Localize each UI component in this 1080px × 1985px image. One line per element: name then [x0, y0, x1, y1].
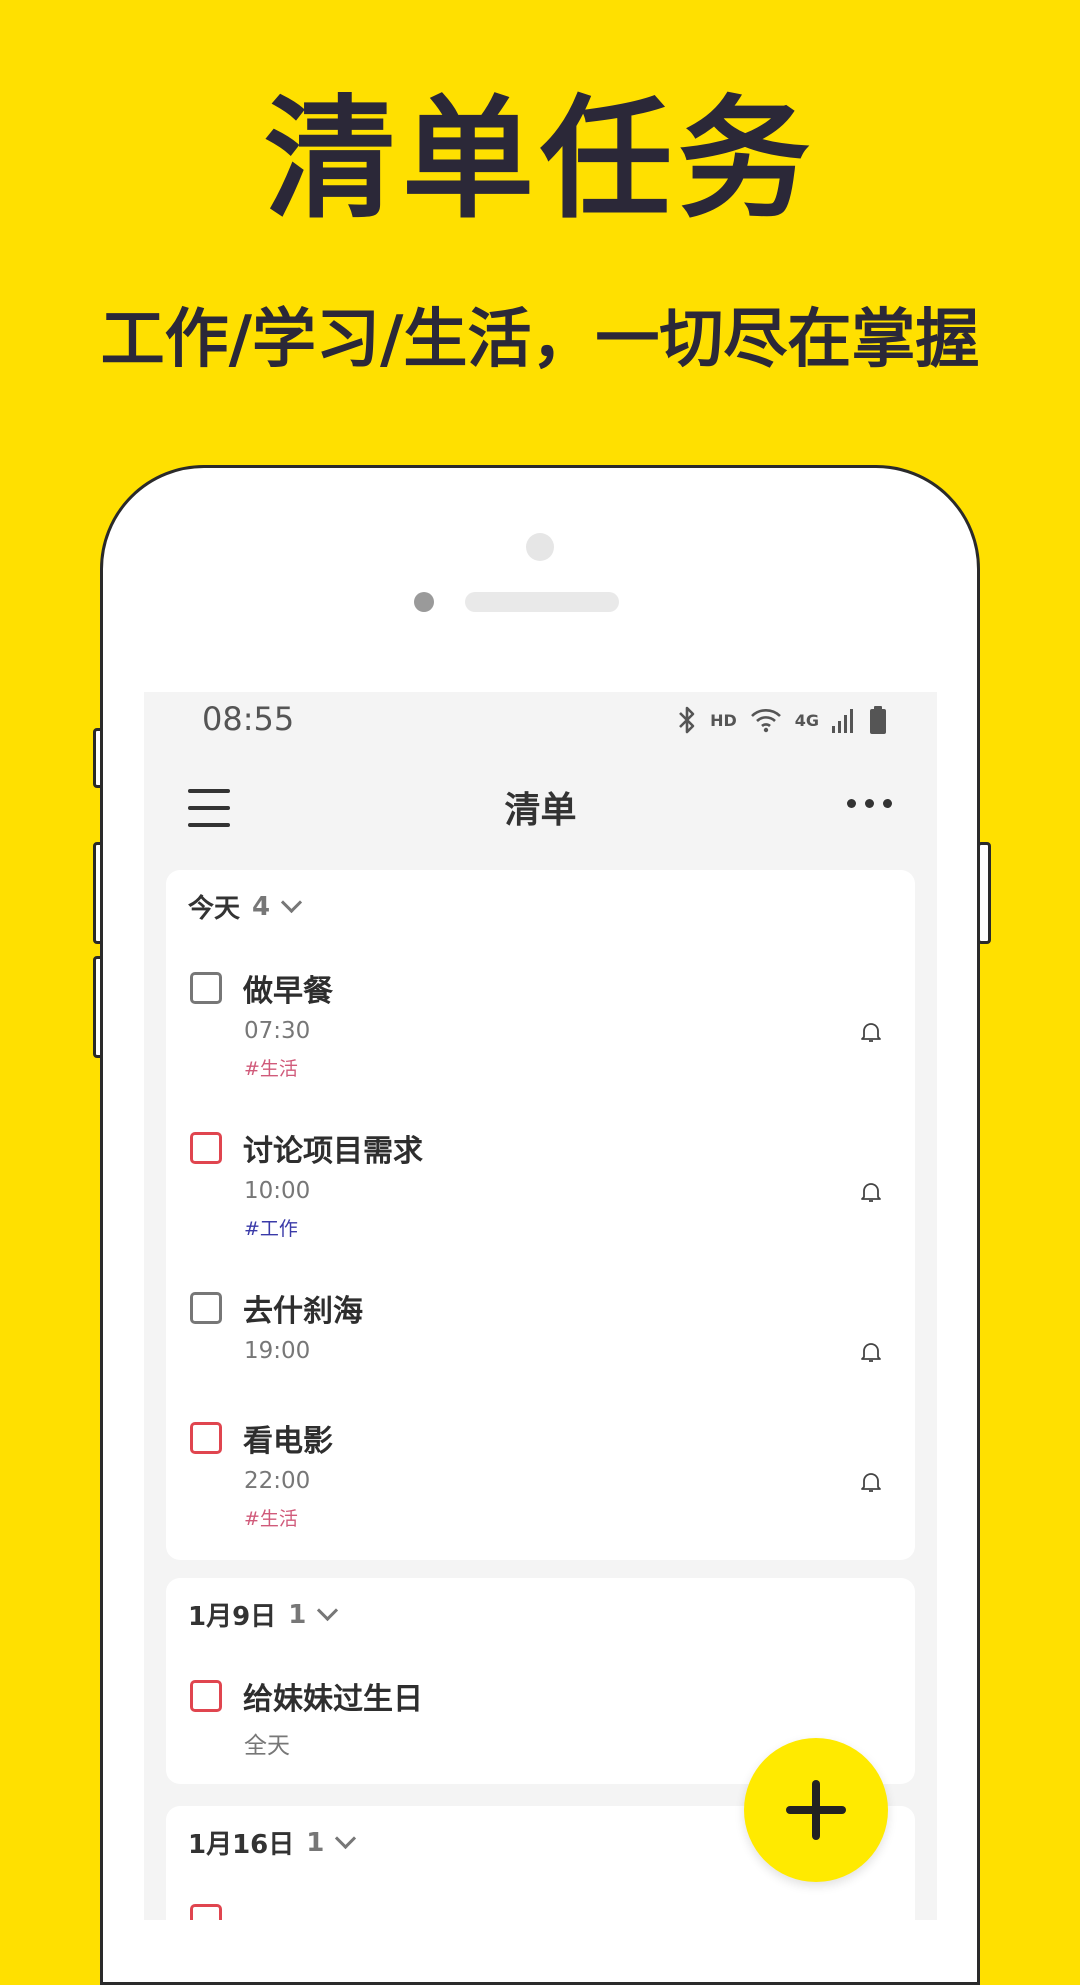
status-bar: 08:55 HD 4G — [144, 692, 937, 752]
task-time: 19:00 — [244, 1338, 311, 1364]
app-screen: 08:55 HD 4G 清单 今天 4 做早餐 07:30 #生活 讨论项目需求… — [144, 692, 937, 1920]
chevron-down-icon — [317, 1599, 339, 1622]
task-checkbox[interactable] — [190, 1422, 222, 1454]
task-checkbox[interactable] — [190, 1904, 222, 1920]
status-icons: HD 4G — [676, 702, 887, 738]
section-count: 1 — [288, 1599, 307, 1630]
wifi-icon — [749, 705, 783, 735]
task-checkbox[interactable] — [190, 1292, 222, 1324]
task-time: 10:00 — [244, 1178, 311, 1204]
task-tag[interactable]: #生活 — [244, 1054, 298, 1081]
promo-subtitle: 工作/学习/生活，一切尽在掌握 — [100, 303, 980, 377]
section-card-today: 今天 4 做早餐 07:30 #生活 讨论项目需求 10:00 #工作 去什刹海… — [166, 870, 915, 1560]
task-tag[interactable]: #生活 — [244, 1504, 298, 1531]
bluetooth-icon — [676, 705, 698, 735]
bell-icon[interactable] — [859, 1020, 883, 1044]
task-title: 去什刹海 — [243, 1294, 363, 1329]
bell-icon[interactable] — [859, 1180, 883, 1204]
task-title: 给妹妹过生日 — [243, 1682, 423, 1717]
app-bar: 清单 — [144, 777, 937, 839]
bell-icon[interactable] — [859, 1470, 883, 1494]
task-tag[interactable]: #工作 — [244, 1214, 298, 1241]
add-task-button[interactable] — [744, 1738, 888, 1882]
section-label: 今天 — [188, 894, 241, 924]
signal-icon — [831, 706, 857, 734]
section-label: 1月9日 — [188, 1602, 277, 1632]
section-header[interactable]: 1月16日 1 — [188, 1824, 357, 1861]
promo-title: 清单任务 — [264, 83, 816, 237]
task-title: 讨论项目需求 — [243, 1134, 423, 1169]
more-icon[interactable] — [847, 799, 893, 809]
hd-indicator: HD — [710, 710, 737, 730]
section-count: 1 — [306, 1827, 325, 1858]
front-camera — [526, 533, 554, 561]
status-time: 08:55 — [202, 700, 295, 738]
chevron-down-icon — [281, 891, 303, 914]
section-header[interactable]: 今天 4 — [188, 888, 303, 925]
earpiece-speaker — [465, 592, 619, 612]
task-time: 全天 — [244, 1733, 290, 1759]
chevron-down-icon — [335, 1827, 357, 1850]
task-checkbox[interactable] — [190, 1132, 222, 1164]
network-type: 4G — [794, 710, 819, 730]
battery-icon — [869, 705, 887, 735]
task-checkbox[interactable] — [190, 972, 222, 1004]
app-title: 清单 — [504, 790, 577, 831]
task-checkbox[interactable] — [190, 1680, 222, 1712]
bell-icon[interactable] — [859, 1340, 883, 1364]
proximity-sensor — [414, 592, 434, 612]
task-title: 做早餐 — [243, 974, 333, 1009]
task-time: 22:00 — [244, 1468, 311, 1494]
section-label: 1月16日 — [188, 1830, 295, 1860]
task-time: 07:30 — [244, 1018, 311, 1044]
section-header[interactable]: 1月9日 1 — [188, 1596, 339, 1633]
task-title: 看电影 — [243, 1424, 333, 1459]
section-count: 4 — [252, 891, 271, 922]
